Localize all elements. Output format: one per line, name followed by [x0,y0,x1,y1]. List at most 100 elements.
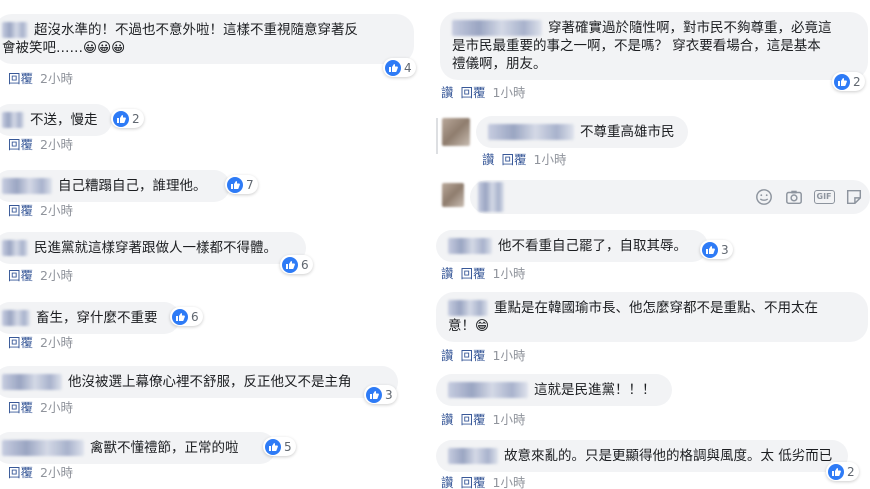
reaction-count[interactable]: 2 [826,462,859,481]
reply-input[interactable]: GIF [470,180,870,214]
commenter-name[interactable] [448,300,488,316]
comment-text: 不尊重高雄市民 [580,124,675,140]
reply-link[interactable]: 回覆 [461,85,486,100]
comment-text-line2: 是市民最重要的事之一啊，不是嗎？ 穿衣要看場合，這是基本 [452,38,821,54]
commenter-name[interactable] [2,440,84,456]
comment-bubble: 穿著確實過於隨性啊，對市民不夠尊重，必竟這 是市民最重要的事之一啊，不是嗎？ 穿… [440,12,868,80]
gif-icon[interactable]: GIF [813,187,835,207]
comment-text: 穿著確實過於隨性啊，對市民不夠尊重，必竟這 [548,20,832,36]
reply-link[interactable]: 回覆 [8,400,33,415]
comment-actions: 回覆 2小時 [8,265,80,284]
comment-bubble: 他沒被選上幕僚心裡不舒服，反正他又不是主角 [0,366,398,398]
avatar[interactable] [442,118,470,146]
timestamp[interactable]: 2小時 [40,71,73,86]
reaction-count[interactable]: 7 [225,175,258,194]
comment-2: 自己糟蹋自己，誰理他。 [0,170,230,202]
commenter-name[interactable] [448,448,498,464]
like-link[interactable]: 讚 [441,412,454,427]
comment-bubble: 故意來亂的。只是更顯得他的格調與風度。太 低劣而已 [436,440,848,472]
timestamp[interactable]: 2小時 [40,335,73,350]
comment-actions: 讚回覆 1小時 [441,82,532,101]
reply-link[interactable]: 回覆 [461,266,486,281]
comment-text: 禽獸不懂禮節，正常的啦 [90,440,239,456]
camera-icon[interactable] [784,187,804,207]
comment-text-line3: 禮儀啊，朋友。 [452,56,547,72]
like-link[interactable]: 讚 [441,85,454,100]
reply-link[interactable]: 回覆 [8,203,33,218]
reply-link[interactable]: 回覆 [8,268,33,283]
commenter-name[interactable] [2,374,62,390]
comment-0: 超沒水準的！不過也不意外啦！這樣不重視隨意穿著反 會被笑吧……😀😀😀 [0,14,414,64]
emoji-icon[interactable] [754,187,774,207]
like-icon [172,308,188,325]
reply-comment-0: 穿著確實過於隨性啊，對市民不夠尊重，必竟這 是市民最重要的事之一啊，不是嗎？ 穿… [440,12,868,80]
timestamp[interactable]: 2小時 [40,465,73,480]
reaction-count[interactable]: 3 [700,240,733,259]
reply-link[interactable]: 回覆 [461,412,486,427]
comment-actions: 讚回覆 1小時 [441,472,532,489]
reaction-count[interactable]: 4 [383,58,416,77]
timestamp[interactable]: 1小時 [493,412,526,427]
comment-text: 超沒水準的！不過也不意外啦！這樣不重視隨意穿著反 [34,22,358,38]
like-link[interactable]: 讚 [441,348,454,363]
like-icon [702,241,718,258]
comment-text: 自己糟蹋自己，誰理他。 [58,178,207,194]
reply-link[interactable]: 回覆 [8,465,33,480]
reply-link[interactable]: 回覆 [461,348,486,363]
timestamp[interactable]: 1小時 [493,266,526,281]
comment-bubble: 不尊重高雄市民 [476,116,688,148]
nested-reply-comment: 不尊重高雄市民 [476,116,688,148]
comment-bubble: 不送，慢走 [0,104,112,136]
like-icon [113,110,129,127]
comment-text-line2: 會被笑吧……😀😀😀 [2,40,126,56]
blurred-draft [478,182,504,212]
commenter-name[interactable] [2,22,28,38]
commenter-name[interactable] [452,20,542,36]
reaction-count[interactable]: 3 [364,385,397,404]
comment-text: 重點是在韓國瑜市長、他怎麼穿都不是重點、不用太在 [494,300,818,316]
reply-comment-2: 他不看重自己罷了，自取其辱。 [436,230,708,262]
like-link[interactable]: 讚 [441,266,454,281]
reply-link[interactable]: 回覆 [8,137,33,152]
reply-link[interactable]: 回覆 [461,475,486,489]
comment-actions: 讚回覆 1小時 [441,263,532,282]
reply-link[interactable]: 回覆 [8,71,33,86]
comment-1: 不送，慢走 [0,104,112,136]
reaction-count[interactable]: 5 [263,437,296,456]
comment-actions: 讚回覆 1小時 [441,409,532,428]
timestamp[interactable]: 1小時 [493,85,526,100]
timestamp[interactable]: 1小時 [493,475,526,489]
commenter-name[interactable] [2,240,28,256]
sticker-icon[interactable] [844,187,864,207]
reaction-count[interactable]: 6 [280,255,313,274]
timestamp[interactable]: 2小時 [40,400,73,415]
comment-text: 他不看重自己罷了，自取其辱。 [498,238,687,254]
reply-comment-4: 這就是民進黨！！！ [436,374,672,406]
commenter-name[interactable] [2,178,52,194]
reply-link[interactable]: 回覆 [8,335,33,350]
commenter-name[interactable] [2,112,24,128]
timestamp[interactable]: 2小時 [40,137,73,152]
like-icon [385,59,401,76]
comment-actions: 回覆 2小時 [8,68,80,87]
timestamp[interactable]: 1小時 [534,152,567,167]
commenter-name[interactable] [448,382,528,398]
like-link[interactable]: 讚 [441,475,454,489]
timestamp[interactable]: 1小時 [493,348,526,363]
timestamp[interactable]: 2小時 [40,268,73,283]
like-link[interactable]: 讚 [482,152,495,167]
comment-text: 故意來亂的。只是更顯得他的格調與風度。太 低劣而已 [504,448,833,464]
comment-text: 不送，慢走 [30,112,98,128]
reply-link[interactable]: 回覆 [502,152,527,167]
commenter-name[interactable] [2,310,30,326]
comment-3: 民進黨就這樣穿著跟做人一樣都不得體。 [0,232,306,264]
reaction-count[interactable]: 6 [170,307,203,326]
commenter-name[interactable] [448,238,492,254]
reaction-count[interactable]: 2 [832,72,865,91]
commenter-name[interactable] [488,124,574,140]
comment-text: 他沒被選上幕僚心裡不舒服，反正他又不是主角 [68,374,352,390]
comment-6: 禽獸不懂禮節，正常的啦 [0,432,276,464]
reaction-count[interactable]: 2 [111,109,144,128]
timestamp[interactable]: 2小時 [40,203,73,218]
comment-bubble: 自己糟蹋自己，誰理他。 [0,170,230,202]
